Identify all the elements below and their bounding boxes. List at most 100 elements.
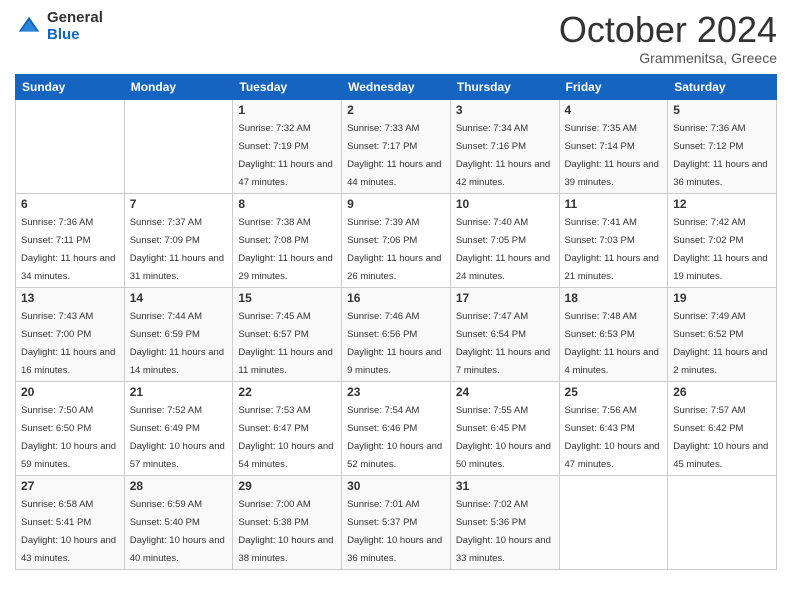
day-cell: 9 Sunrise: 7:39 AMSunset: 7:06 PMDayligh… — [342, 193, 451, 287]
day-number: 4 — [565, 103, 663, 117]
day-number: 17 — [456, 291, 554, 305]
col-saturday: Saturday — [668, 74, 777, 99]
day-cell: 26 Sunrise: 7:57 AMSunset: 6:42 PMDaylig… — [668, 381, 777, 475]
day-cell: 28 Sunrise: 6:59 AMSunset: 5:40 PMDaylig… — [124, 475, 233, 569]
col-friday: Friday — [559, 74, 668, 99]
day-number: 22 — [238, 385, 336, 399]
day-cell: 18 Sunrise: 7:48 AMSunset: 6:53 PMDaylig… — [559, 287, 668, 381]
day-number: 21 — [130, 385, 228, 399]
day-cell: 20 Sunrise: 7:50 AMSunset: 6:50 PMDaylig… — [16, 381, 125, 475]
day-number: 10 — [456, 197, 554, 211]
day-number: 3 — [456, 103, 554, 117]
day-info: Sunrise: 6:58 AMSunset: 5:41 PMDaylight:… — [21, 499, 116, 564]
week-row-1: 1 Sunrise: 7:32 AMSunset: 7:19 PMDayligh… — [16, 99, 777, 193]
day-info: Sunrise: 7:46 AMSunset: 6:56 PMDaylight:… — [347, 311, 441, 376]
day-info: Sunrise: 7:39 AMSunset: 7:06 PMDaylight:… — [347, 217, 441, 282]
day-info: Sunrise: 7:55 AMSunset: 6:45 PMDaylight:… — [456, 405, 551, 470]
col-sunday: Sunday — [16, 74, 125, 99]
day-number: 24 — [456, 385, 554, 399]
day-cell: 21 Sunrise: 7:52 AMSunset: 6:49 PMDaylig… — [124, 381, 233, 475]
day-info: Sunrise: 7:49 AMSunset: 6:52 PMDaylight:… — [673, 311, 767, 376]
week-row-5: 27 Sunrise: 6:58 AMSunset: 5:41 PMDaylig… — [16, 475, 777, 569]
day-info: Sunrise: 7:52 AMSunset: 6:49 PMDaylight:… — [130, 405, 225, 470]
day-number: 9 — [347, 197, 445, 211]
day-info: Sunrise: 7:01 AMSunset: 5:37 PMDaylight:… — [347, 499, 442, 564]
header: General Blue October 2024 Grammenitsa, G… — [15, 10, 777, 66]
day-info: Sunrise: 6:59 AMSunset: 5:40 PMDaylight:… — [130, 499, 225, 564]
day-number: 25 — [565, 385, 663, 399]
day-info: Sunrise: 7:45 AMSunset: 6:57 PMDaylight:… — [238, 311, 332, 376]
day-info: Sunrise: 7:53 AMSunset: 6:47 PMDaylight:… — [238, 405, 333, 470]
day-number: 2 — [347, 103, 445, 117]
day-number: 29 — [238, 479, 336, 493]
title-section: October 2024 Grammenitsa, Greece — [559, 10, 777, 66]
day-info: Sunrise: 7:47 AMSunset: 6:54 PMDaylight:… — [456, 311, 550, 376]
day-cell: 8 Sunrise: 7:38 AMSunset: 7:08 PMDayligh… — [233, 193, 342, 287]
day-cell — [559, 475, 668, 569]
day-cell: 2 Sunrise: 7:33 AMSunset: 7:17 PMDayligh… — [342, 99, 451, 193]
day-number: 27 — [21, 479, 119, 493]
day-number: 12 — [673, 197, 771, 211]
day-cell: 25 Sunrise: 7:56 AMSunset: 6:43 PMDaylig… — [559, 381, 668, 475]
day-number: 26 — [673, 385, 771, 399]
calendar: Sunday Monday Tuesday Wednesday Thursday… — [15, 74, 777, 570]
day-cell: 22 Sunrise: 7:53 AMSunset: 6:47 PMDaylig… — [233, 381, 342, 475]
day-number: 13 — [21, 291, 119, 305]
day-cell: 13 Sunrise: 7:43 AMSunset: 7:00 PMDaylig… — [16, 287, 125, 381]
day-number: 1 — [238, 103, 336, 117]
location: Grammenitsa, Greece — [559, 50, 777, 66]
day-number: 31 — [456, 479, 554, 493]
day-cell: 31 Sunrise: 7:02 AMSunset: 5:36 PMDaylig… — [450, 475, 559, 569]
col-tuesday: Tuesday — [233, 74, 342, 99]
logo-text: General Blue — [47, 10, 103, 43]
day-number: 18 — [565, 291, 663, 305]
day-cell: 1 Sunrise: 7:32 AMSunset: 7:19 PMDayligh… — [233, 99, 342, 193]
day-cell: 4 Sunrise: 7:35 AMSunset: 7:14 PMDayligh… — [559, 99, 668, 193]
day-number: 23 — [347, 385, 445, 399]
day-cell: 10 Sunrise: 7:40 AMSunset: 7:05 PMDaylig… — [450, 193, 559, 287]
month-title: October 2024 — [559, 10, 777, 50]
day-cell: 3 Sunrise: 7:34 AMSunset: 7:16 PMDayligh… — [450, 99, 559, 193]
day-cell: 29 Sunrise: 7:00 AMSunset: 5:38 PMDaylig… — [233, 475, 342, 569]
day-info: Sunrise: 7:02 AMSunset: 5:36 PMDaylight:… — [456, 499, 551, 564]
day-info: Sunrise: 7:42 AMSunset: 7:02 PMDaylight:… — [673, 217, 767, 282]
day-number: 5 — [673, 103, 771, 117]
day-cell: 30 Sunrise: 7:01 AMSunset: 5:37 PMDaylig… — [342, 475, 451, 569]
day-info: Sunrise: 7:38 AMSunset: 7:08 PMDaylight:… — [238, 217, 332, 282]
day-cell — [124, 99, 233, 193]
logo: General Blue — [15, 10, 103, 43]
day-info: Sunrise: 7:35 AMSunset: 7:14 PMDaylight:… — [565, 123, 659, 188]
day-info: Sunrise: 7:36 AMSunset: 7:11 PMDaylight:… — [21, 217, 115, 282]
week-row-3: 13 Sunrise: 7:43 AMSunset: 7:00 PMDaylig… — [16, 287, 777, 381]
day-info: Sunrise: 7:50 AMSunset: 6:50 PMDaylight:… — [21, 405, 116, 470]
day-info: Sunrise: 7:37 AMSunset: 7:09 PMDaylight:… — [130, 217, 224, 282]
day-number: 28 — [130, 479, 228, 493]
day-cell: 23 Sunrise: 7:54 AMSunset: 6:46 PMDaylig… — [342, 381, 451, 475]
day-number: 11 — [565, 197, 663, 211]
day-number: 15 — [238, 291, 336, 305]
day-number: 30 — [347, 479, 445, 493]
day-info: Sunrise: 7:56 AMSunset: 6:43 PMDaylight:… — [565, 405, 660, 470]
col-thursday: Thursday — [450, 74, 559, 99]
day-info: Sunrise: 7:32 AMSunset: 7:19 PMDaylight:… — [238, 123, 332, 188]
logo-blue: Blue — [47, 27, 103, 44]
day-info: Sunrise: 7:44 AMSunset: 6:59 PMDaylight:… — [130, 311, 224, 376]
day-cell: 5 Sunrise: 7:36 AMSunset: 7:12 PMDayligh… — [668, 99, 777, 193]
day-cell: 27 Sunrise: 6:58 AMSunset: 5:41 PMDaylig… — [16, 475, 125, 569]
day-number: 19 — [673, 291, 771, 305]
day-cell: 16 Sunrise: 7:46 AMSunset: 6:56 PMDaylig… — [342, 287, 451, 381]
day-cell: 14 Sunrise: 7:44 AMSunset: 6:59 PMDaylig… — [124, 287, 233, 381]
day-info: Sunrise: 7:34 AMSunset: 7:16 PMDaylight:… — [456, 123, 550, 188]
day-cell: 12 Sunrise: 7:42 AMSunset: 7:02 PMDaylig… — [668, 193, 777, 287]
day-number: 20 — [21, 385, 119, 399]
day-info: Sunrise: 7:43 AMSunset: 7:00 PMDaylight:… — [21, 311, 115, 376]
day-number: 7 — [130, 197, 228, 211]
day-cell: 11 Sunrise: 7:41 AMSunset: 7:03 PMDaylig… — [559, 193, 668, 287]
day-cell — [668, 475, 777, 569]
day-cell: 6 Sunrise: 7:36 AMSunset: 7:11 PMDayligh… — [16, 193, 125, 287]
day-number: 6 — [21, 197, 119, 211]
day-cell: 24 Sunrise: 7:55 AMSunset: 6:45 PMDaylig… — [450, 381, 559, 475]
day-cell — [16, 99, 125, 193]
day-cell: 15 Sunrise: 7:45 AMSunset: 6:57 PMDaylig… — [233, 287, 342, 381]
day-info: Sunrise: 7:40 AMSunset: 7:05 PMDaylight:… — [456, 217, 550, 282]
